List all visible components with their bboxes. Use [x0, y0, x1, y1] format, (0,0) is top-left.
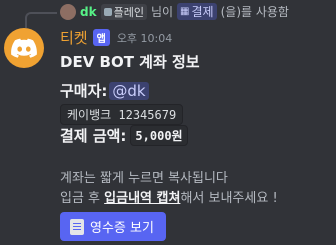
message-header: 티켓 앱 오후 10:04 [60, 27, 172, 48]
reply-connector [25, 12, 57, 28]
copy-hint: 계좌는 짧게 누르면 복사됩니다 [60, 171, 228, 186]
command-mention[interactable]: ▦ 결제 [177, 3, 217, 20]
buyer-mention[interactable]: @dk [109, 81, 149, 100]
role-icon [103, 7, 112, 16]
message-title: DEV BOT 계좌 정보 [60, 53, 200, 71]
amount-label: 결제 금액: [60, 127, 127, 145]
author-name[interactable]: 티켓 [60, 27, 88, 48]
command-name: 결제 [191, 5, 214, 19]
reply-avatar[interactable] [60, 3, 76, 20]
discord-logo-icon [11, 38, 37, 58]
app-badge: 앱 [92, 29, 110, 46]
reply-context[interactable]: dk 플레인 님이 ▦ 결제 (을)를 사용함 [60, 3, 289, 20]
instruction-prefix: 입금 후 [60, 191, 101, 206]
timestamp[interactable]: 오후 10:04 [117, 30, 172, 46]
amount-value[interactable]: 5,000원 [130, 125, 188, 146]
instruction-suffix: 해서 보내주세요 ! [180, 191, 278, 206]
amount-line: 결제 금액: 5,000원 [60, 125, 188, 146]
view-receipt-label: 영수증 보기 [90, 221, 154, 236]
instruction-emphasis: 입금내역 캡쳐 [104, 191, 181, 206]
receipt-icon [70, 218, 84, 235]
reply-text-after: (을)를 사용함 [220, 5, 289, 19]
bot-avatar[interactable] [4, 28, 44, 68]
role-badge: 플레인 [100, 3, 147, 20]
role-label: 플레인 [113, 5, 144, 19]
buyer-line: 구매자: @dk [60, 80, 149, 101]
buyer-label: 구매자: [60, 82, 108, 100]
reply-username[interactable]: dk [80, 5, 97, 19]
view-receipt-button[interactable]: 영수증 보기 [60, 212, 166, 241]
slash-command-icon: ▦ [180, 6, 190, 17]
deposit-instruction: 입금 후 입금내역 캡쳐해서 보내주세요 ! [60, 187, 278, 206]
reply-text-before: 님이 [150, 5, 174, 19]
account-code[interactable]: 케이뱅크 12345679 [60, 104, 184, 125]
